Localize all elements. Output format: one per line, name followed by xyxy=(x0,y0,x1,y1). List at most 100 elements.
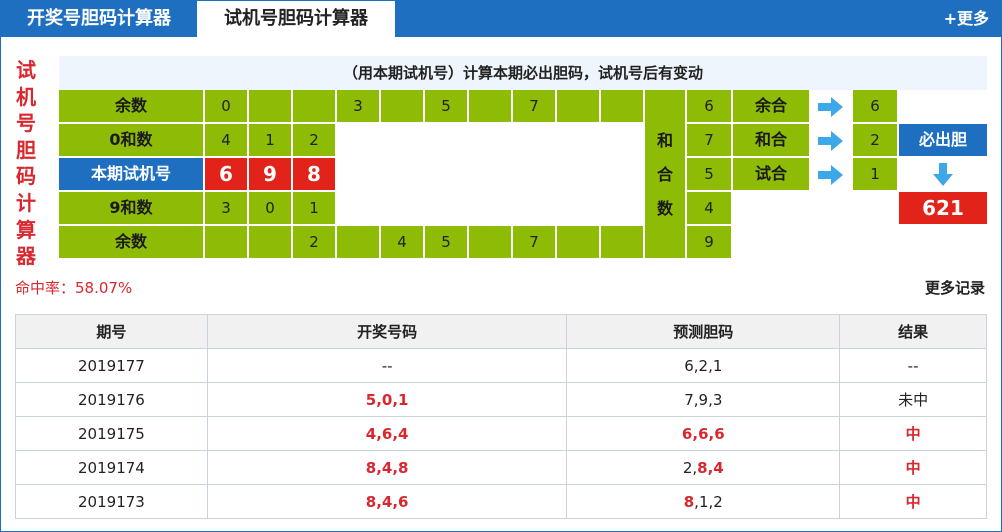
remainder-cell xyxy=(337,226,379,258)
prediction-digit: 4 xyxy=(713,458,724,477)
result-cell: -- xyxy=(839,348,987,383)
sum-value: 4 xyxy=(687,192,731,224)
sum-value: 6 xyxy=(687,90,731,122)
row-label-remainder-top: 余数 xyxy=(59,90,203,122)
vertical-title-char: 算 xyxy=(16,217,36,242)
sum-label-char: 数 xyxy=(656,199,673,218)
calc-heading: （用本期试机号）计算本期必出胆码，试机号后有变动 xyxy=(342,64,703,82)
remainder-cell: 3 xyxy=(337,90,379,122)
arrow-right-icon xyxy=(811,158,851,190)
hit-rate: 命中率：58.07% xyxy=(15,279,133,297)
nine-sum-cell: 0 xyxy=(249,192,291,224)
result-cell: 中 xyxy=(839,416,987,451)
table-row: 2019175 4,6,4 6,6,6 中 xyxy=(15,416,987,451)
zero-sum-cell: 2 xyxy=(293,124,335,156)
remainder-cell xyxy=(557,226,599,258)
test-number-digit: 8 xyxy=(293,158,335,190)
row-label-remainder-bottom: 余数 xyxy=(59,226,203,258)
table-row: 2019177 -- 6,2,1 -- xyxy=(15,348,987,383)
prediction-digit: 9 xyxy=(698,390,709,409)
vertical-title-char: 号 xyxy=(16,111,36,136)
table-row: 2019176 5,0,1 7,9,3 未中 xyxy=(15,382,987,417)
sum-label-char: 和 xyxy=(656,131,673,150)
draw-cell: -- xyxy=(206,348,568,383)
history-table: 期号 开奖号码 预测胆码 结果 2019177 -- 6,2,1 -- 2019176 5… xyxy=(15,314,987,519)
issue-cell: 2019174 xyxy=(15,450,208,485)
tag-sum-total: 和合 xyxy=(733,124,809,156)
issue-cell: 2019175 xyxy=(15,416,208,451)
nine-sum-cell: 1 xyxy=(293,192,335,224)
remainder-cell xyxy=(249,90,291,122)
draw-cell: 5,0,1 xyxy=(206,382,568,417)
row-label-zero-sum: 0和数 xyxy=(59,124,203,156)
remainder-cell: 7 xyxy=(513,226,555,258)
draw-cell: 8,4,8 xyxy=(206,450,568,485)
draw-cell: 8,4,6 xyxy=(206,484,568,519)
tab-draw-calculator[interactable]: 开奖号胆码计算器 xyxy=(1,1,197,37)
remainder-cell xyxy=(249,226,291,258)
arrow-right-icon xyxy=(811,124,851,156)
more-link[interactable]: +更多 xyxy=(944,1,989,37)
issue-cell: 2019173 xyxy=(15,484,208,519)
column-header-draw: 开奖号码 xyxy=(206,314,568,349)
prediction-digit: 2 xyxy=(698,356,709,375)
tag-test-sum: 试合 xyxy=(733,158,809,190)
table-row: 2019174 8,4,8 2,8,4 中 xyxy=(15,450,987,485)
tab-test-number-calculator[interactable]: 试机号胆码计算器 xyxy=(197,1,395,37)
result-cell: 未中 xyxy=(839,382,987,417)
zero-sum-cell: 1 xyxy=(249,124,291,156)
must-value: 621 xyxy=(899,192,987,224)
prediction-digit: 3 xyxy=(712,390,723,409)
must-label: 必出胆 xyxy=(899,124,987,156)
remainder-cell xyxy=(293,90,335,122)
result-test-sum: 1 xyxy=(853,158,897,190)
prediction-digit: 6 xyxy=(698,424,709,443)
more-records-link[interactable]: 更多记录 xyxy=(925,277,985,298)
issue-cell: 2019177 xyxy=(15,348,208,383)
remainder-cell xyxy=(469,226,511,258)
table-body: 2019177 -- 6,2,1 -- 2019176 5,0,1 7,9,3 未中 20191… xyxy=(15,348,987,519)
column-header-prediction: 预测胆码 xyxy=(566,314,841,349)
remainder-cell: 2 xyxy=(293,226,335,258)
result-sum-total: 2 xyxy=(853,124,897,156)
prediction-digit: 1 xyxy=(712,356,723,375)
remainder-cell xyxy=(601,226,643,258)
remainder-cell xyxy=(557,90,599,122)
calculator-panel: 开奖号胆码计算器 试机号胆码计算器 +更多 试 机 号 胆 码 计 算 器 （用… xyxy=(0,0,1002,532)
column-header-issue: 期号 xyxy=(15,314,208,349)
result-cell: 中 xyxy=(839,484,987,519)
row-label-nine-sum: 9和数 xyxy=(59,192,203,224)
remainder-cell: 4 xyxy=(381,226,423,258)
remainder-cell: 0 xyxy=(205,90,247,122)
vertical-title-char: 器 xyxy=(16,244,36,269)
test-number-digit: 9 xyxy=(249,158,291,190)
prediction-cell: 6,2,1 xyxy=(566,348,841,383)
draw-cell: 4,6,4 xyxy=(206,416,568,451)
arrow-down-icon xyxy=(899,158,987,190)
sum-value: 9 xyxy=(687,226,731,258)
vertical-title-char: 胆 xyxy=(16,137,36,162)
prediction-digit: 2 xyxy=(713,492,723,511)
row-label-test-number: 本期试机号 xyxy=(59,158,203,190)
column-header-result: 结果 xyxy=(839,314,987,349)
remainder-cell: 7 xyxy=(513,90,555,122)
sum-value: 5 xyxy=(687,158,731,190)
remainder-cell xyxy=(601,90,643,122)
prediction-digit: 8 xyxy=(697,458,708,477)
table-row: 2019173 8,4,6 8,1,2 中 xyxy=(15,484,987,519)
prediction-digit: 6 xyxy=(681,424,693,443)
prediction-digit: 6 xyxy=(684,356,694,375)
tag-remainder-sum: 余合 xyxy=(733,90,809,122)
prediction-cell: 2,8,4 xyxy=(566,450,841,485)
issue-cell: 2019176 xyxy=(15,382,208,417)
remainder-cell xyxy=(205,226,247,258)
prediction-cell: 6,6,6 xyxy=(566,416,841,451)
remainder-cell xyxy=(469,90,511,122)
arrow-right-icon xyxy=(811,90,851,122)
result-remainder-sum: 6 xyxy=(853,90,897,122)
prediction-cell: 7,9,3 xyxy=(566,382,841,417)
nine-sum-cell: 3 xyxy=(205,192,247,224)
vertical-title-char: 试 xyxy=(16,58,36,82)
vertical-title-char: 码 xyxy=(16,164,36,189)
result-cell: 中 xyxy=(839,450,987,485)
